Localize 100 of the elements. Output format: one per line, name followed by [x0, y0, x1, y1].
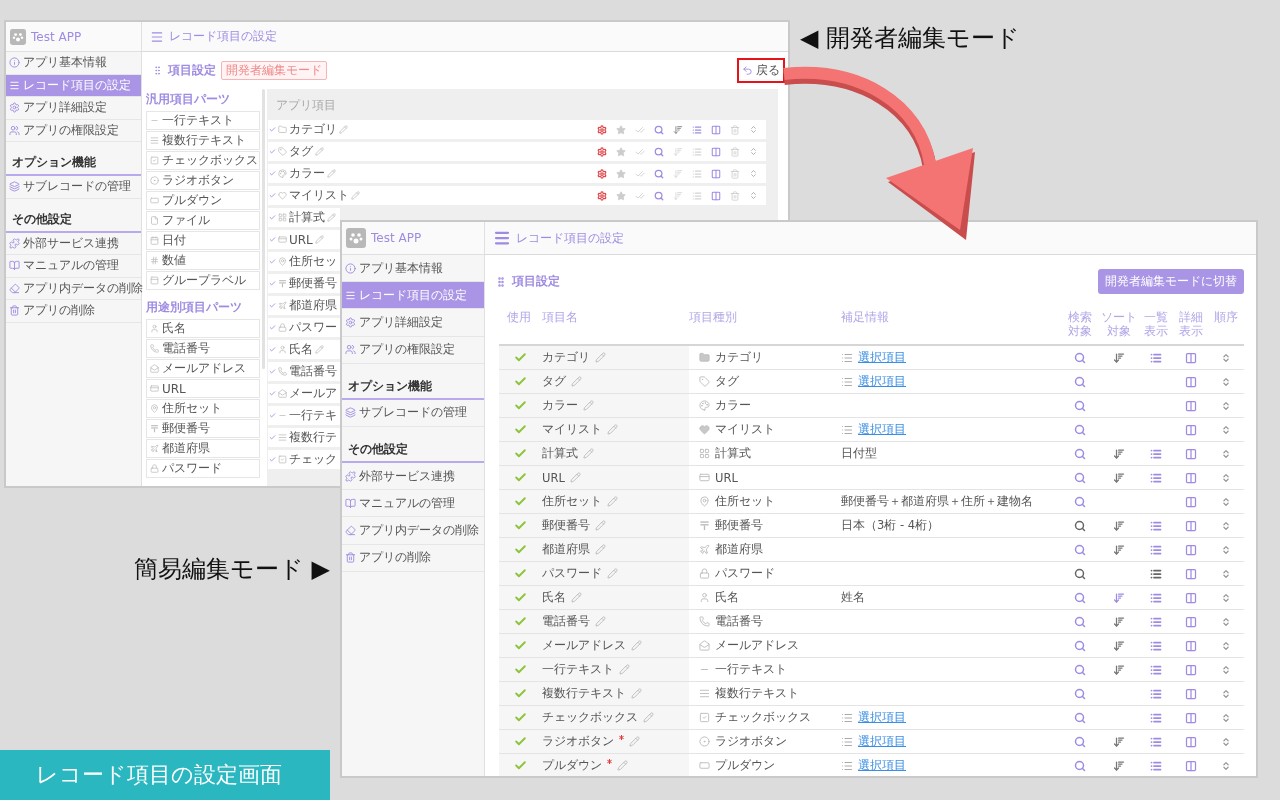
field-row[interactable]: 電話番号	[268, 362, 340, 381]
field-row[interactable]: マイリスト	[268, 186, 766, 205]
choices-link[interactable]: 選択項目	[858, 374, 906, 389]
field-row[interactable]: カテゴリ	[268, 120, 766, 139]
sidebar-item[interactable]: マニュアルの管理	[342, 490, 484, 518]
field-part[interactable]: 住所セット	[146, 399, 260, 418]
pencil-icon[interactable]	[617, 760, 628, 771]
columns-icon[interactable]	[1185, 615, 1197, 628]
pencil-icon[interactable]	[629, 736, 640, 747]
search-icon[interactable]	[1074, 399, 1086, 412]
double-check-icon[interactable]	[635, 146, 645, 157]
sort-icon[interactable]	[673, 124, 683, 135]
search-icon[interactable]	[1074, 687, 1086, 700]
pencil-icon[interactable]	[583, 400, 594, 411]
search-icon[interactable]	[654, 168, 664, 179]
field-row[interactable]: 住所セッ	[268, 252, 340, 271]
sidebar-item[interactable]: アプリ基本情報	[6, 52, 141, 75]
sidebar-item[interactable]: マニュアルの管理	[6, 255, 141, 278]
field-part[interactable]: グループラベル	[146, 271, 260, 290]
pencil-icon[interactable]	[595, 352, 606, 363]
gear-icon[interactable]	[597, 146, 607, 157]
list-icon[interactable]	[1150, 735, 1162, 748]
columns-icon[interactable]	[1185, 687, 1197, 700]
pencil-icon[interactable]	[327, 169, 336, 178]
order-icon[interactable]	[749, 125, 758, 134]
gear-icon[interactable]	[597, 124, 607, 135]
sidebar-item[interactable]: アプリ内データの削除	[6, 277, 141, 300]
field-row[interactable]: パスワー	[268, 318, 340, 337]
check-icon[interactable]	[514, 471, 527, 484]
check-icon[interactable]	[514, 687, 527, 700]
search-icon[interactable]	[1074, 351, 1086, 364]
order-icon[interactable]	[1221, 688, 1231, 699]
order-icon[interactable]	[1221, 736, 1231, 747]
search-icon[interactable]	[654, 146, 664, 157]
sort-icon[interactable]	[1113, 591, 1125, 604]
pencil-icon[interactable]	[315, 345, 324, 354]
double-check-icon[interactable]	[635, 168, 645, 179]
columns-icon[interactable]	[1185, 711, 1197, 724]
list-icon[interactable]	[1150, 543, 1162, 556]
star-icon[interactable]	[616, 124, 626, 135]
double-check-icon[interactable]	[635, 124, 645, 135]
order-icon[interactable]	[1221, 664, 1231, 675]
field-row[interactable]: カラー	[268, 164, 766, 183]
columns-icon[interactable]	[1185, 567, 1197, 580]
field-part[interactable]: 郵便番号	[146, 419, 260, 438]
sort-icon[interactable]	[1113, 639, 1125, 652]
search-icon[interactable]	[1074, 519, 1086, 532]
search-icon[interactable]	[1074, 735, 1086, 748]
columns-icon[interactable]	[1185, 423, 1197, 436]
check-icon[interactable]	[514, 447, 527, 460]
gear-icon[interactable]	[597, 190, 607, 201]
order-icon[interactable]	[1221, 472, 1231, 483]
field-part[interactable]: プルダウン	[146, 191, 260, 210]
columns-icon[interactable]	[1185, 351, 1197, 364]
columns-icon[interactable]	[711, 146, 721, 157]
order-icon[interactable]	[1221, 424, 1231, 435]
check-icon[interactable]	[514, 615, 527, 628]
sidebar-item[interactable]: 外部サービス連携	[342, 462, 484, 491]
pencil-icon[interactable]	[607, 496, 618, 507]
choices-link[interactable]: 選択項目	[858, 734, 906, 749]
pencil-icon[interactable]	[339, 125, 348, 134]
trash-icon[interactable]	[730, 124, 740, 135]
pencil-icon[interactable]	[351, 191, 360, 200]
pencil-icon[interactable]	[327, 213, 336, 222]
order-icon[interactable]	[1221, 352, 1231, 363]
search-icon[interactable]	[1074, 495, 1086, 508]
pencil-icon[interactable]	[631, 640, 642, 651]
field-row[interactable]: 計算式	[268, 208, 340, 227]
columns-icon[interactable]	[1185, 399, 1197, 412]
check-icon[interactable]	[514, 759, 527, 772]
search-icon[interactable]	[1074, 471, 1086, 484]
pencil-icon[interactable]	[607, 424, 618, 435]
field-part[interactable]: パスワード	[146, 459, 260, 478]
check-icon[interactable]	[514, 591, 527, 604]
order-icon[interactable]	[1221, 640, 1231, 651]
trash-icon[interactable]	[730, 190, 740, 201]
back-button[interactable]: 戻る	[742, 62, 780, 79]
list-icon[interactable]	[1150, 471, 1162, 484]
sort-icon[interactable]	[1113, 519, 1125, 532]
field-part[interactable]: 一行テキスト	[146, 111, 260, 130]
list-icon[interactable]	[1150, 351, 1162, 364]
check-icon[interactable]	[514, 639, 527, 652]
order-icon[interactable]	[1221, 760, 1231, 771]
sort-icon[interactable]	[1113, 447, 1125, 460]
sort-icon[interactable]	[1113, 471, 1125, 484]
field-row[interactable]: 都道府県	[268, 296, 340, 315]
search-icon[interactable]	[1074, 639, 1086, 652]
order-icon[interactable]	[749, 147, 758, 156]
pencil-icon[interactable]	[631, 688, 642, 699]
columns-icon[interactable]	[711, 168, 721, 179]
check-icon[interactable]	[514, 711, 527, 724]
list-icon[interactable]	[1150, 687, 1162, 700]
list-icon[interactable]	[1150, 519, 1162, 532]
field-row[interactable]: 郵便番号	[268, 274, 340, 293]
sidebar-item[interactable]: サブレコードの管理	[6, 176, 141, 199]
list-icon[interactable]	[1150, 615, 1162, 628]
field-part[interactable]: 都道府県	[146, 439, 260, 458]
sort-icon[interactable]	[1113, 759, 1125, 772]
order-icon[interactable]	[1221, 400, 1231, 411]
sidebar-item[interactable]: サブレコードの管理	[342, 399, 484, 427]
